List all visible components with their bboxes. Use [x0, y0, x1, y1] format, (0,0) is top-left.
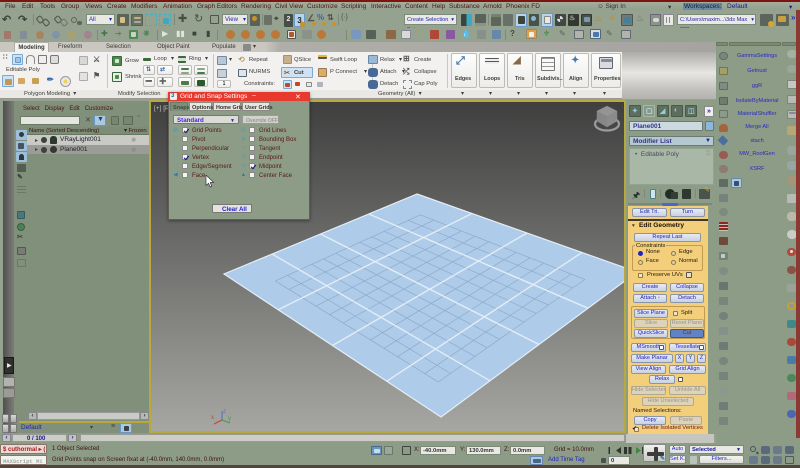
svg-text:y: y	[228, 416, 231, 422]
svg-text:z: z	[223, 409, 226, 415]
svg-text:x: x	[211, 415, 214, 421]
